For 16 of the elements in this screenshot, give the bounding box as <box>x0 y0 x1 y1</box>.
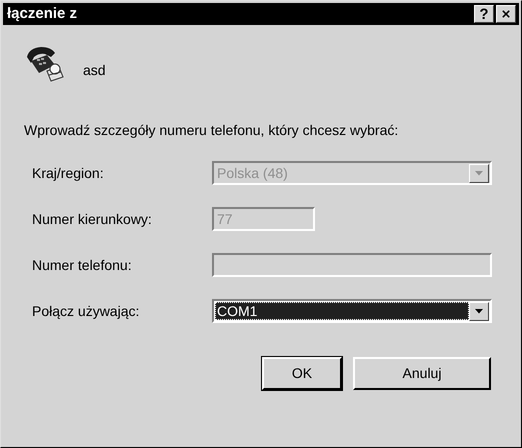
window-title: łączenie z <box>7 4 78 24</box>
close-button[interactable]: × <box>496 5 516 23</box>
field-label: Numer kierunkowy: <box>32 210 153 229</box>
field-label: Numer telefonu: <box>32 256 133 274</box>
caret-icon <box>475 308 483 314</box>
caret-icon <box>475 170 483 176</box>
dropdown-field[interactable]: COM1 <box>212 299 492 323</box>
telephone-icon <box>25 45 65 83</box>
entry-name: asd <box>83 61 106 80</box>
field-label: Kraj/region: <box>32 164 105 183</box>
instruction-text: Wprowadź szczegóły numeru telefonu, który chcesz wybrać: <box>24 121 400 140</box>
ok-button[interactable]: OK <box>262 357 342 390</box>
help-button[interactable]: ? <box>474 5 494 23</box>
field-label: Połącz używając: <box>32 302 140 321</box>
dropdown-button[interactable] <box>469 302 489 320</box>
cancel-button[interactable]: Anuluj <box>353 357 491 390</box>
